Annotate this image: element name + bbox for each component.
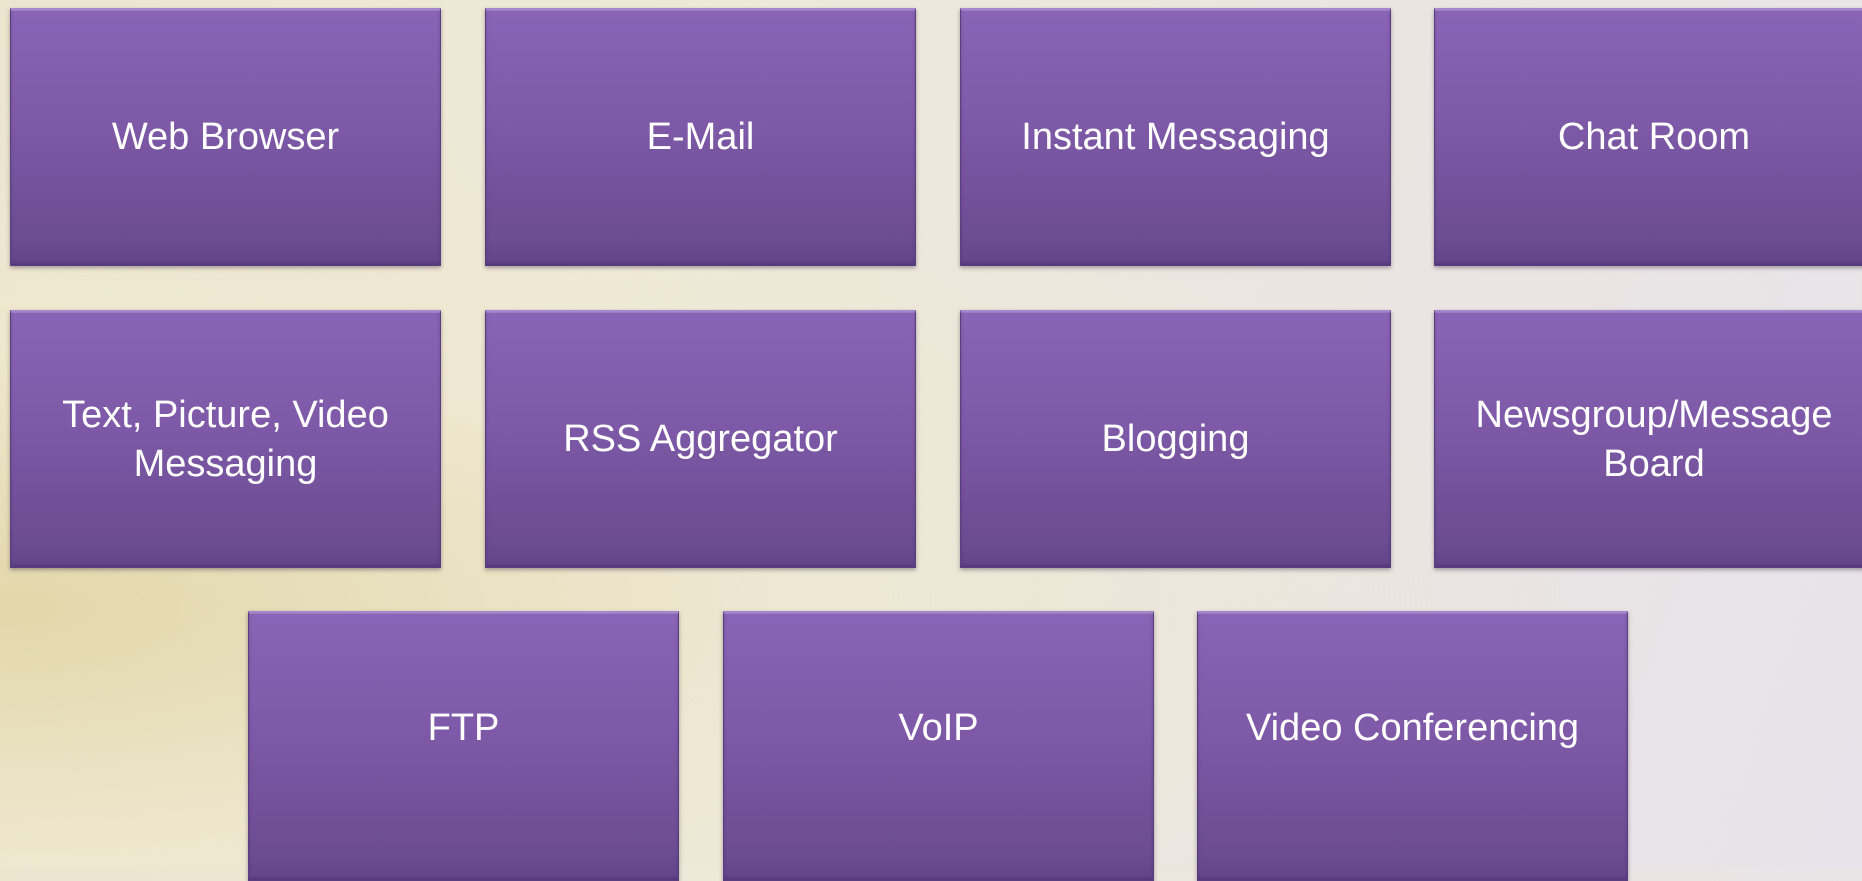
tile-video-conferencing: Video Conferencing <box>1197 611 1628 881</box>
tile-voip: VoIP <box>723 611 1154 881</box>
tile-newsgroup-message-board: Newsgroup/Message Board <box>1434 310 1862 568</box>
tile-web-browser: Web Browser <box>10 8 441 266</box>
tile-e-mail: E-Mail <box>485 8 916 266</box>
tile-chat-room: Chat Room <box>1434 8 1862 266</box>
tile-instant-messaging: Instant Messaging <box>960 8 1391 266</box>
communication-tools-diagram: Web Browser E-Mail Instant Messaging Cha… <box>0 0 1862 881</box>
tile-text-picture-video-messaging: Text, Picture, Video Messaging <box>10 310 441 568</box>
tile-blogging: Blogging <box>960 310 1391 568</box>
tile-rss-aggregator: RSS Aggregator <box>485 310 916 568</box>
tile-ftp: FTP <box>248 611 679 881</box>
